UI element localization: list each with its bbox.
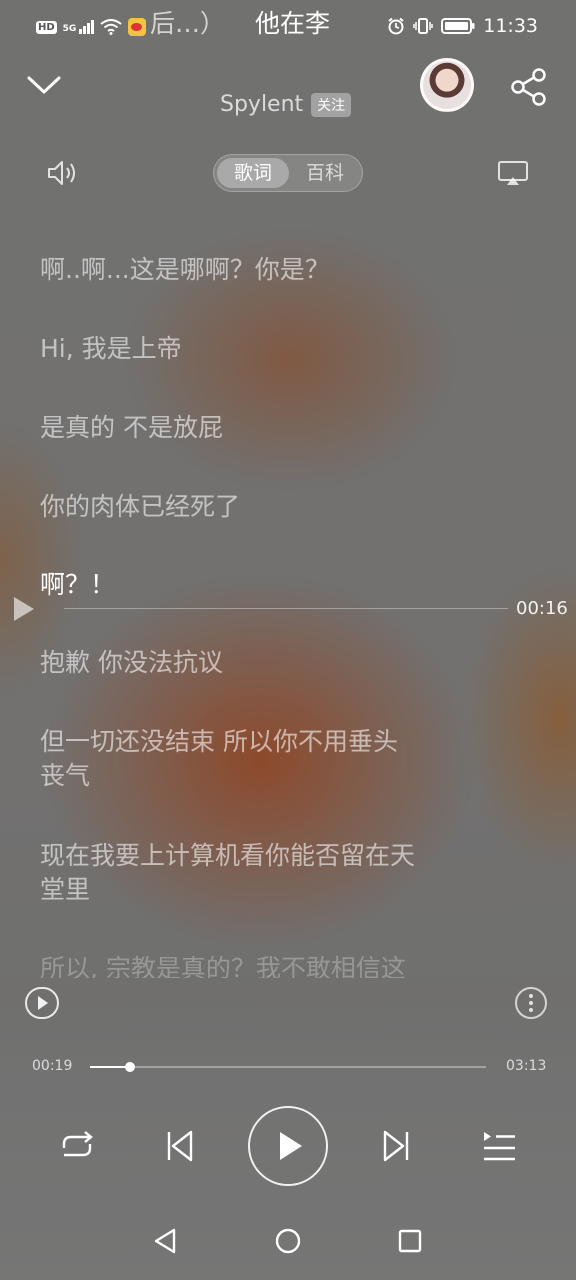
home-circle-icon: [275, 1228, 301, 1254]
play-icon: [280, 1132, 302, 1160]
skip-previous-icon: [167, 1130, 193, 1162]
lyric-line: 抱歉 你没法抗议: [40, 648, 223, 677]
lyric-line-current: 啊？！: [40, 570, 116, 599]
play-triangle-icon: [14, 597, 34, 621]
lyric-line: 现在我要上计算机看你能否留在天 堂里: [40, 841, 416, 904]
lyric-line: 你的肉体已经死了: [40, 492, 241, 521]
seek-line: [64, 608, 508, 609]
progress-knob[interactable]: [124, 1062, 135, 1072]
nav-back-button[interactable]: [150, 1226, 180, 1256]
back-triangle-icon: [154, 1228, 176, 1254]
next-button[interactable]: [380, 1128, 412, 1164]
playlist-icon: [484, 1132, 515, 1161]
video-button[interactable]: [24, 986, 60, 1020]
more-options-button[interactable]: [514, 986, 548, 1020]
more-vertical-icon: [515, 987, 547, 1019]
lyric-line: 但一切还没结束 所以你不用垂头 丧气: [40, 727, 398, 790]
play-pause-button[interactable]: [248, 1106, 328, 1186]
lyric-line: 啊..啊...这是哪啊？你是？: [40, 255, 330, 284]
lyric-line: 是真的 不是放屁: [40, 413, 223, 442]
lyric-line: 所以, 宗教是真的？我不敢相信这: [40, 954, 406, 978]
lyric-line: Hi, 我是上帝: [40, 334, 182, 363]
repeat-icon: [62, 1131, 93, 1157]
skip-next-icon: [383, 1130, 409, 1162]
seek-play-button[interactable]: [12, 596, 36, 622]
playlist-button[interactable]: [480, 1128, 518, 1164]
progress-fill: [90, 1066, 130, 1068]
nav-home-button[interactable]: [273, 1226, 303, 1256]
lyrics-view[interactable]: 啊..啊...这是哪啊？你是？ Hi, 我是上帝 是真的 不是放屁 你的肉体已经…: [40, 0, 536, 1000]
progress-bar[interactable]: [90, 1062, 486, 1072]
play-circle-icon: [25, 987, 59, 1019]
previous-button[interactable]: [164, 1128, 196, 1164]
total-time: 03:13: [506, 1058, 547, 1074]
seek-marker-time: 00:16: [516, 598, 568, 619]
nav-recents-button[interactable]: [395, 1226, 425, 1256]
recents-square-icon: [398, 1229, 422, 1253]
repeat-button[interactable]: [58, 1128, 96, 1164]
current-time: 00:19: [32, 1058, 73, 1074]
